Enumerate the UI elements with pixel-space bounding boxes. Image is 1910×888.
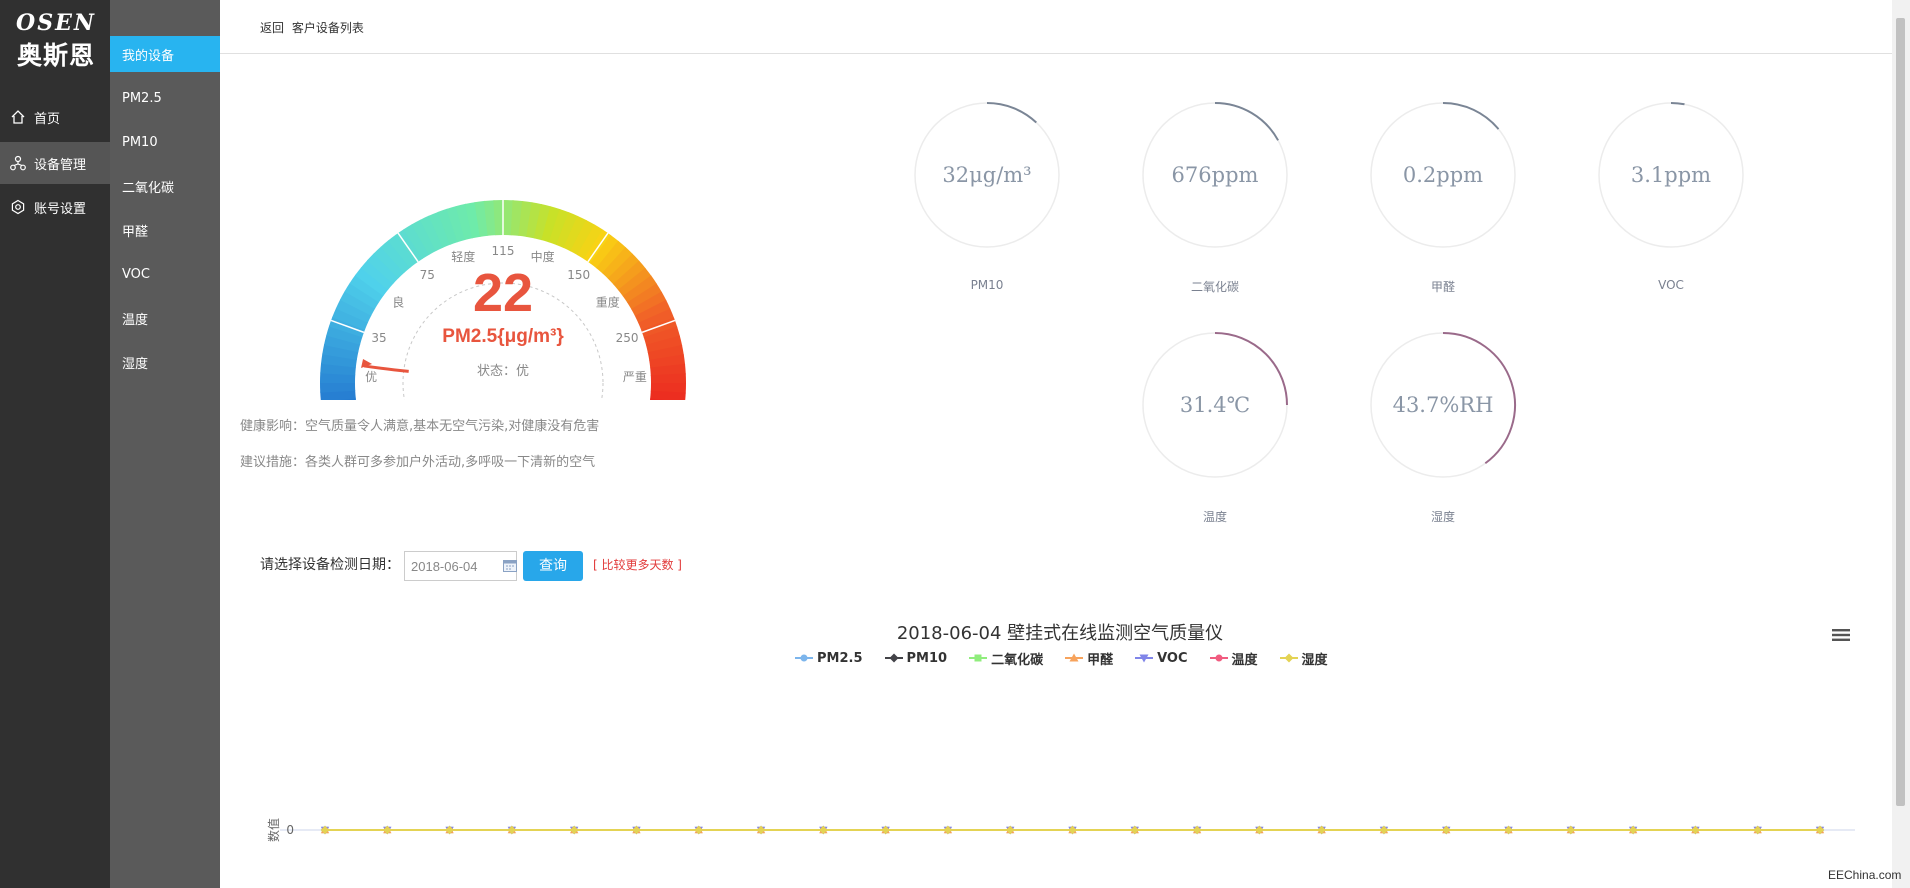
line-chart: 数值 0: [266, 818, 1855, 842]
nav-account-settings-label: 账号设置: [34, 201, 87, 217]
ring-label: 二氧化碳: [1190, 280, 1239, 294]
back-link[interactable]: 返回: [260, 21, 284, 35]
ring-value: 32μg/m³: [942, 163, 1032, 187]
ring-label: 温度: [1202, 510, 1227, 524]
gauge-band-label: 优: [365, 370, 377, 384]
nav-device-management-label: 设备管理: [34, 157, 87, 173]
secondary-sidebar: 我的设备 PM2.5 PM10 二氧化碳 甲醛 VOC 温度 湿度: [110, 0, 220, 888]
date-label: 请选择设备检测日期：: [260, 557, 400, 573]
subnav-my-devices[interactable]: 我的设备: [110, 36, 220, 72]
query-button[interactable]: 查询: [523, 551, 583, 581]
chart-y-axis-label: 数值: [266, 818, 281, 842]
legend-item[interactable]: VOC: [1135, 650, 1188, 666]
legend-label: VOC: [1157, 650, 1188, 666]
logo: OSEN 奥斯恩: [0, 0, 110, 72]
ring-label: PM10: [970, 278, 1004, 292]
legend-symbol: [969, 654, 988, 662]
network-icon: [10, 155, 26, 171]
subnav-temperature[interactable]: 温度: [110, 300, 220, 336]
suggestion-text: 建议措施：各类人群可多参加户外活动,多呼吸一下清新的空气: [240, 455, 596, 470]
legend-item[interactable]: PM10: [884, 650, 948, 666]
gauge-segment: [320, 382, 356, 393]
sensor-ring-0: 32μg/m³ PM10: [912, 100, 1062, 292]
scrollbar-thumb[interactable]: [1896, 18, 1905, 806]
sensor-ring-1: 676ppm 二氧化碳: [1140, 100, 1290, 294]
subnav-humidity[interactable]: 湿度: [110, 344, 220, 380]
subnav-formaldehyde[interactable]: 甲醛: [110, 212, 220, 248]
breadcrumb-current: 客户设备列表: [291, 21, 364, 35]
top-bar: 返回 客户设备列表: [220, 2, 1892, 54]
legend-symbol: [1135, 654, 1154, 663]
gauge-tick-label: 35: [371, 331, 386, 345]
legend-item[interactable]: 甲醛: [1065, 650, 1114, 668]
nav-home-label: 首页: [34, 111, 61, 127]
subnav-pm10[interactable]: PM10: [110, 124, 220, 160]
gauge-tick-label: 115: [492, 244, 515, 258]
calendar-icon[interactable]: [503, 559, 517, 572]
legend-symbol: [1279, 653, 1298, 663]
logo-cn-text: 奥斯恩: [16, 41, 95, 70]
subnav-pm25[interactable]: PM2.5: [110, 80, 220, 116]
legend-symbol: [884, 653, 903, 663]
gauge-tick-label: 250: [616, 331, 639, 345]
home-icon: [11, 110, 25, 124]
ring-value: 43.7%RH: [1392, 393, 1494, 417]
chart-title: 2018-06-04 壁挂式在线监测空气质量仪: [896, 623, 1224, 644]
chart-menu-icon[interactable]: [1832, 628, 1850, 642]
ring-label: 湿度: [1430, 510, 1455, 524]
legend-item[interactable]: PM2.5: [795, 650, 863, 666]
compare-more-days-link[interactable]: [ 比较更多天数 ]: [593, 556, 682, 573]
gauge-value: 22: [472, 263, 534, 323]
chart-legend[interactable]: PM2.5 PM10 二氧化碳 甲醛 VOC 温度 湿度: [795, 650, 1350, 668]
chart-y-tick-label: 0: [286, 823, 294, 837]
subnav-voc[interactable]: VOC: [110, 256, 220, 292]
watermark: EEChina.com: [1828, 868, 1902, 882]
legend-label: 湿度: [1301, 652, 1328, 668]
app: OSEN 奥斯恩 首页 设备管理 账号设置 我的设备 PM2.5 PM10 二氧…: [0, 0, 1910, 888]
legend-item[interactable]: 温度: [1209, 650, 1258, 668]
sensor-ring-5: 43.7%RH 湿度: [1368, 330, 1518, 524]
ring-value: 3.1ppm: [1630, 163, 1712, 187]
logo-en-text: OSEN: [16, 10, 96, 36]
gauge-segment: [650, 373, 686, 384]
legend-label: 二氧化碳: [991, 652, 1044, 668]
legend-label: PM2.5: [817, 650, 863, 666]
legend-symbol: [795, 654, 813, 662]
gauge-status: 状态：优: [476, 364, 529, 379]
legend-item[interactable]: 湿度: [1279, 650, 1328, 668]
breadcrumb: 返回 客户设备列表: [260, 19, 368, 36]
subnav-co2[interactable]: 二氧化碳: [110, 168, 220, 204]
ring-label: 甲醛: [1430, 280, 1455, 294]
legend-symbol: [1209, 654, 1228, 662]
ring-value: 0.2ppm: [1402, 163, 1484, 187]
ring-label: VOC: [1658, 278, 1684, 292]
ring-value: 676ppm: [1171, 163, 1259, 187]
gear-icon: [11, 199, 25, 215]
sensor-ring-3: 3.1ppm VOC: [1596, 100, 1746, 292]
sensor-ring-4: 31.4℃ 温度: [1140, 330, 1290, 524]
nav-device-management[interactable]: 设备管理: [0, 142, 110, 184]
sensor-ring-2: 0.2ppm 甲醛: [1368, 100, 1518, 294]
legend-label: 温度: [1231, 652, 1258, 668]
gauge-unit: PM2.5{μg/m³}: [442, 326, 564, 347]
legend-label: 甲醛: [1087, 652, 1114, 668]
nav-account-settings[interactable]: 账号设置: [0, 186, 110, 228]
primary-sidebar: OSEN 奥斯恩 首页 设备管理 账号设置: [0, 0, 110, 888]
date-input-value: 2018-06-04: [411, 559, 478, 574]
gauge-band-label: 严重: [623, 370, 647, 384]
nav-home[interactable]: 首页: [0, 96, 110, 138]
legend-label: PM10: [906, 650, 948, 666]
ring-value: 31.4℃: [1179, 393, 1251, 417]
health-impact-text: 健康影响：空气质量令人满意,基本无空气污染,对健康没有危害: [240, 419, 600, 434]
vertical-scrollbar[interactable]: [1892, 0, 1910, 888]
legend-item[interactable]: 二氧化碳: [969, 650, 1044, 668]
date-input[interactable]: 2018-06-04: [404, 551, 517, 581]
legend-symbol: [1065, 653, 1084, 662]
